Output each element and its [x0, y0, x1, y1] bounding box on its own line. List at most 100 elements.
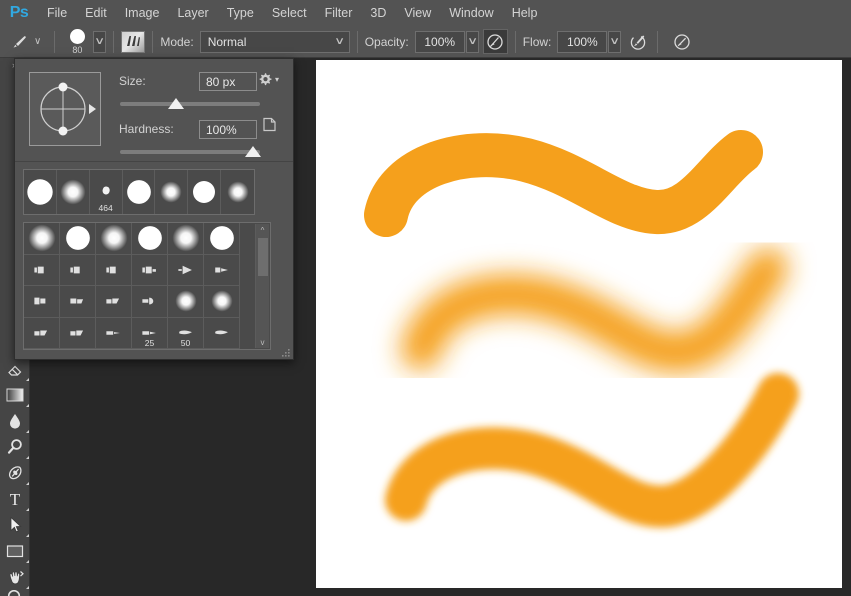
- photoshop-window: Ps File Edit Image Layer Type Select Filter 3D V…: [0, 0, 851, 596]
- brush-preset-item[interactable]: [96, 317, 132, 349]
- brush-size-slider-track[interactable]: [120, 102, 260, 106]
- tool-zoom[interactable]: [0, 590, 30, 596]
- brush-preset-item[interactable]: [96, 286, 132, 318]
- brush-preset-item[interactable]: [132, 223, 168, 255]
- brush-hardness-slider-thumb[interactable]: [245, 146, 261, 157]
- menu-item-view[interactable]: View: [395, 0, 440, 26]
- canvas-document[interactable]: [316, 60, 842, 588]
- brush-panel-menu-button[interactable]: ▾: [257, 71, 279, 87]
- brush-settings-panel-toggle[interactable]: [121, 30, 146, 53]
- brush-preset-item[interactable]: [60, 223, 96, 255]
- scrollbar-thumb[interactable]: [258, 238, 268, 276]
- chevron-down-icon: ∨: [94, 35, 106, 47]
- blend-mode-label: Mode:: [160, 34, 194, 49]
- panel-resize-grip[interactable]: [280, 346, 291, 357]
- brush-preset-picker-button[interactable]: ∨: [93, 30, 107, 53]
- brush-tool-icon[interactable]: [6, 29, 32, 55]
- menu-item-edit[interactable]: Edit: [76, 0, 116, 26]
- brush-preset-item[interactable]: [60, 286, 96, 318]
- brush-preset-item[interactable]: [132, 254, 168, 286]
- pressure-opacity-toggle[interactable]: [482, 29, 508, 54]
- brush-preset-item[interactable]: [168, 286, 204, 318]
- brush-preset-item[interactable]: [204, 317, 240, 349]
- brush-grid-scrollbar[interactable]: ^ v: [255, 224, 269, 348]
- flow-input[interactable]: 100%: [557, 30, 608, 53]
- brush-preset-strip[interactable]: 464: [23, 169, 255, 215]
- scroll-down-button[interactable]: v: [256, 336, 269, 348]
- smoothing-options-button[interactable]: [669, 29, 694, 54]
- brush-preset-item[interactable]: 25: [132, 317, 168, 349]
- menu-item-window[interactable]: Window: [440, 0, 502, 26]
- tool-type[interactable]: T: [0, 486, 30, 512]
- tool-path-selection[interactable]: [0, 512, 30, 538]
- tool-blur[interactable]: [0, 408, 30, 434]
- brush-preset-item[interactable]: [60, 317, 96, 349]
- opacity-dropdown-button[interactable]: ∨: [465, 30, 479, 53]
- brush-preset-item[interactable]: [132, 286, 168, 318]
- brush-hardness-input[interactable]: 100%: [199, 120, 257, 139]
- flow-dropdown-button[interactable]: ∨: [608, 30, 622, 53]
- tool-flyout-corner: [26, 404, 29, 407]
- blend-mode-select[interactable]: Normal ∨: [199, 30, 350, 53]
- brush-preset-item[interactable]: [221, 170, 254, 214]
- menu-item-3d[interactable]: 3D: [361, 0, 395, 26]
- brush-preset-item[interactable]: [188, 170, 222, 214]
- create-new-brush-button[interactable]: [262, 117, 277, 137]
- menu-bar: Ps File Edit Image Layer Type Select Filter 3D V…: [0, 0, 851, 26]
- brush-preset-size-label: 464: [98, 203, 113, 213]
- menu-item-image[interactable]: Image: [116, 0, 169, 26]
- tool-flyout-corner: [26, 560, 29, 563]
- brush-preset-picker-panel: Size: 80 px Hardness: 100% ▾ 464 25 50 ^…: [14, 58, 294, 360]
- brush-preset-item[interactable]: [24, 223, 60, 255]
- brush-preset-item[interactable]: [168, 254, 204, 286]
- tool-hand[interactable]: [0, 564, 30, 590]
- tool-preset-dropdown-caret[interactable]: ∨: [32, 36, 47, 47]
- tool-rectangle[interactable]: [0, 538, 30, 564]
- brush-tip-dot-icon: [69, 28, 85, 44]
- brush-preset-item[interactable]: [155, 170, 189, 214]
- brush-preset-item[interactable]: [204, 286, 240, 318]
- brush-preset-item[interactable]: [24, 317, 60, 349]
- brush-hardness-slider-track[interactable]: [120, 150, 260, 154]
- divider: [356, 30, 358, 53]
- brush-preset-item[interactable]: [60, 254, 96, 286]
- menu-item-select[interactable]: Select: [263, 0, 316, 26]
- chevron-down-icon: ∨: [34, 36, 42, 47]
- brush-size-slider-thumb[interactable]: [168, 98, 184, 109]
- menu-item-layer[interactable]: Layer: [168, 0, 217, 26]
- brush-size-preview[interactable]: 80: [62, 27, 92, 57]
- airbrush-toggle[interactable]: [625, 29, 650, 54]
- brush-preset-item[interactable]: [24, 286, 60, 318]
- brush-preset-grid[interactable]: 25 50: [24, 223, 240, 349]
- chevron-down-icon: ∨: [466, 35, 478, 47]
- soft-edge-wave-stroke: [401, 248, 788, 373]
- divider: [657, 30, 659, 53]
- menu-item-type[interactable]: Type: [218, 0, 263, 26]
- brush-preset-item[interactable]: [96, 223, 132, 255]
- brush-preset-item[interactable]: [168, 223, 204, 255]
- brush-size-label: Size:: [119, 74, 146, 88]
- tool-pen[interactable]: [0, 460, 30, 486]
- brush-preset-item[interactable]: 50: [168, 317, 204, 349]
- tool-dodge[interactable]: [0, 434, 30, 460]
- brush-size-input[interactable]: 80 px: [199, 72, 257, 91]
- brush-hardness-label: Hardness:: [119, 122, 174, 136]
- menu-item-filter[interactable]: Filter: [316, 0, 362, 26]
- brush-strokes-artwork: [364, 130, 799, 528]
- brush-preset-item[interactable]: [24, 170, 57, 214]
- brush-angle-roundness-control[interactable]: [29, 72, 101, 146]
- opacity-input[interactable]: 100%: [414, 30, 465, 53]
- tool-options-bar: ∨ 80 ∨ Mode: Normal ∨ Opacity: 100% ∨ Fl…: [0, 26, 851, 58]
- brush-preset-item[interactable]: [24, 254, 60, 286]
- scroll-up-button[interactable]: ^: [256, 224, 269, 236]
- menu-item-help[interactable]: Help: [503, 0, 547, 26]
- brush-preset-item[interactable]: 464: [90, 170, 123, 214]
- brush-preset-item[interactable]: [57, 170, 90, 214]
- brush-preset-item[interactable]: [123, 170, 156, 214]
- menu-item-file[interactable]: File: [38, 0, 76, 26]
- brush-preset-item[interactable]: [204, 254, 240, 286]
- tool-gradient[interactable]: [0, 382, 30, 408]
- divider: [54, 30, 56, 53]
- brush-preset-item[interactable]: [204, 223, 240, 255]
- brush-preset-item[interactable]: [96, 254, 132, 286]
